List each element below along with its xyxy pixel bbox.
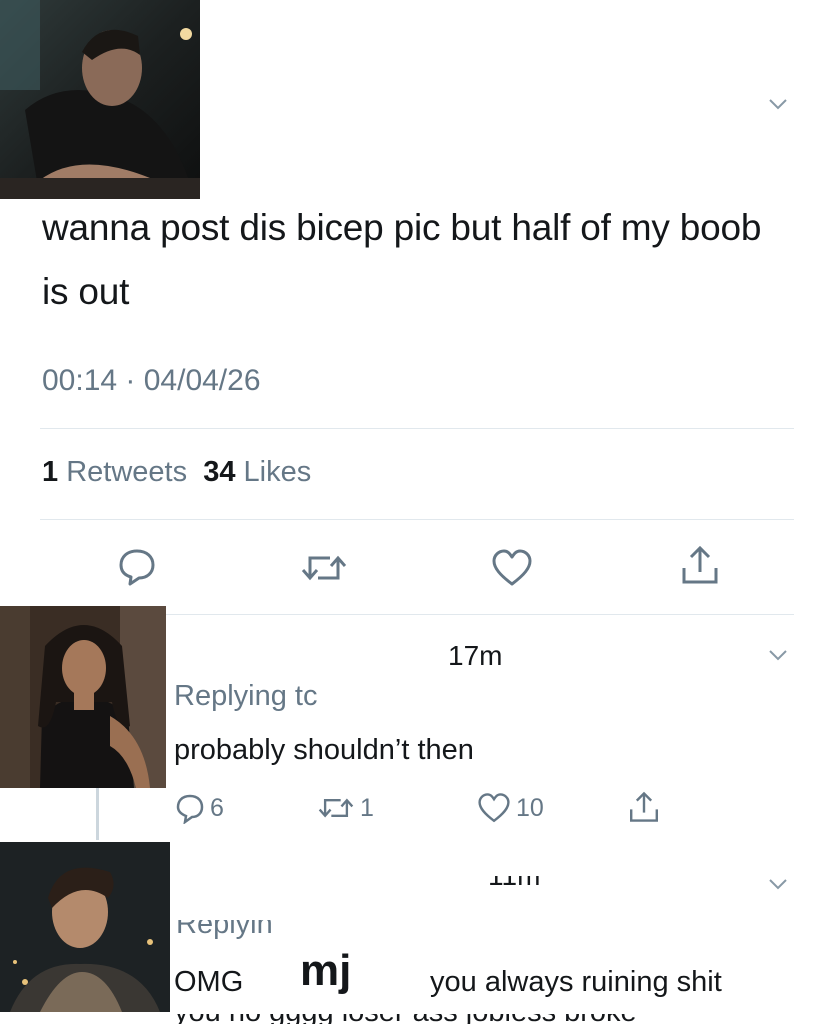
retweets-label[interactable]: Retweets (66, 456, 187, 488)
reply2-time-clipped: 11m (488, 876, 540, 890)
chevron-down-icon[interactable] (768, 649, 788, 661)
reply-icon[interactable] (174, 792, 206, 824)
share-icon[interactable] (680, 544, 720, 586)
divider (40, 428, 794, 429)
reply2-text-start: OMG (174, 966, 244, 998)
tweet-text: wanna post dis bicep pic but half of my … (42, 207, 762, 312)
reply1-retweet-count: 1 (360, 794, 374, 822)
divider (40, 519, 794, 520)
redacted-name (176, 632, 426, 672)
reply2-time: 11m (488, 876, 540, 890)
like-icon[interactable] (476, 792, 512, 824)
retweet-icon[interactable] (316, 794, 356, 822)
like-icon[interactable] (490, 548, 534, 588)
reply1-reply-count: 6 (210, 794, 224, 822)
share-icon[interactable] (628, 790, 660, 824)
retweets-count[interactable]: 1 (42, 456, 58, 488)
reply1-like-count: 10 (516, 794, 544, 822)
avatar-photo-reply1 (0, 606, 166, 788)
divider (166, 614, 794, 615)
chevron-down-icon[interactable] (768, 878, 788, 890)
avatar-photo-top (0, 0, 200, 199)
tweet-stats: 1 Retweets 34 Likes (42, 456, 311, 489)
retweet-icon[interactable] (300, 550, 348, 586)
likes-label[interactable]: Likes (244, 456, 312, 488)
reply1-replying-to[interactable]: Replying tc (174, 680, 317, 713)
reply1-time: 17m (448, 640, 503, 671)
reply2-replying-clipped: Replyin (176, 920, 273, 946)
avatar-photo-reply2 (0, 842, 170, 1012)
reply2-text-end: you always ruining shit (430, 966, 722, 998)
likes-count[interactable]: 34 (203, 456, 235, 488)
reply-icon[interactable] (116, 546, 158, 588)
reply2-line2-clipped: you no gggg loser ass jobless broke (174, 1014, 637, 1024)
redacted-name (176, 862, 476, 898)
thread-line (96, 788, 99, 840)
reply2-replying-to[interactable]: Replyin (176, 920, 273, 940)
mj-sticker: mj (300, 946, 352, 995)
reply1-text: probably shouldn’t then (174, 734, 474, 766)
reply2-text-line2: you no gggg loser ass jobless broke (174, 1014, 637, 1024)
chevron-down-icon[interactable] (768, 98, 788, 110)
tweet-timestamp: 00:14 · 04/04/26 (42, 364, 261, 397)
